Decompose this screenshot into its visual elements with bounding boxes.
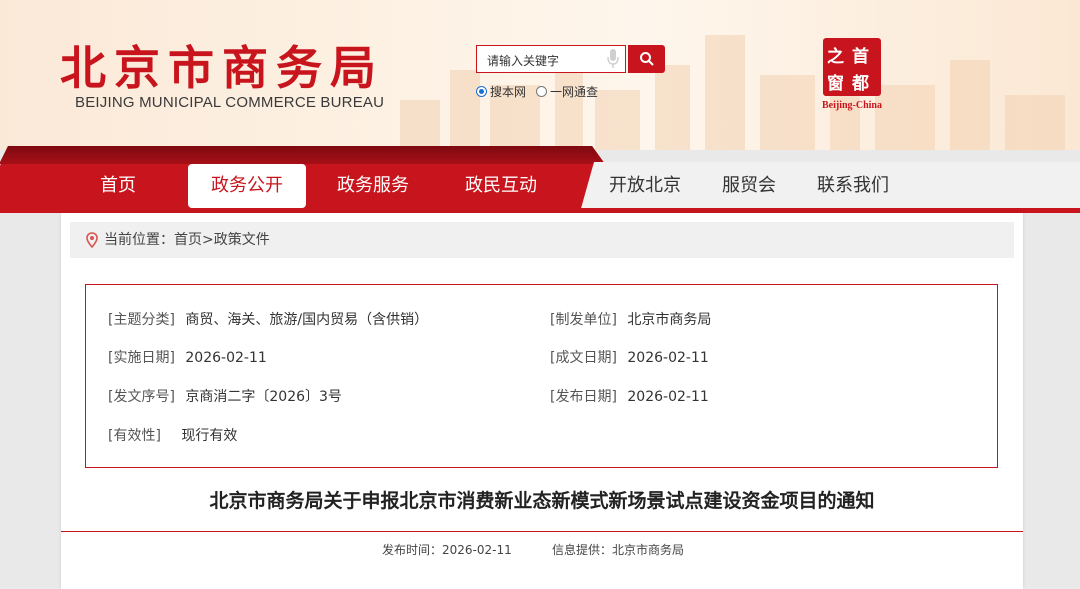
- meta-validity-key: [有效性]: [108, 428, 161, 444]
- nav-item-contact[interactable]: 联系我们: [806, 164, 900, 208]
- meta-validity-value: 现行有效: [181, 428, 238, 444]
- meta-topic-key: [主题分类]: [108, 312, 175, 328]
- nav-item-government-affairs[interactable]: 政务公开: [188, 164, 306, 208]
- meta-published-date: [发布日期] 2026-02-11: [550, 386, 709, 406]
- badge-char: 都: [852, 74, 869, 94]
- nav-item-open-beijing[interactable]: 开放北京: [598, 164, 692, 208]
- location-pin-icon: [86, 232, 98, 248]
- meta-validity: [有效性] 现行有效: [108, 425, 237, 445]
- site-title-cn[interactable]: 北京市商务局: [60, 32, 384, 98]
- title-divider: [61, 531, 1023, 532]
- radio-unselected-icon[interactable]: [536, 86, 547, 97]
- search-input[interactable]: 请输入关键字: [476, 45, 626, 73]
- meta-published-key: [发布日期]: [550, 389, 617, 405]
- nav-item-services[interactable]: 政务服务: [326, 164, 420, 208]
- scope-option-all[interactable]: 一网通查: [536, 83, 598, 100]
- badge-caption: Beijing-China: [821, 100, 882, 111]
- meta-written-value: 2026-02-11: [627, 350, 709, 366]
- breadcrumb-separator: >: [202, 232, 214, 248]
- search-button[interactable]: [628, 45, 665, 73]
- meta-effective-value: 2026-02-11: [185, 350, 267, 366]
- breadcrumb-home-link[interactable]: 首页: [174, 232, 202, 248]
- publish-time: 发布时间：2026-02-11: [382, 541, 512, 558]
- meta-written-date: [成文日期] 2026-02-11: [550, 347, 709, 367]
- scope-label-site: 搜本网: [490, 85, 527, 99]
- capital-window-badge[interactable]: 之 首 窗 都 Beijing-China: [818, 38, 886, 114]
- meta-published-value: 2026-02-11: [627, 389, 709, 405]
- article-title: 北京市商务局关于申报北京市消费新业态新模式新场景试点建设资金项目的通知: [209, 490, 875, 512]
- site-header: 北京市商务局 BEIJING MUNICIPAL COMMERCE BUREAU…: [0, 0, 1080, 150]
- meta-topic: [主题分类] 商贸、海关、旅游/国内贸易（含供销）: [108, 309, 428, 329]
- meta-docno-value: 京商消二字〔2026〕3号: [185, 389, 342, 405]
- meta-issuer-key: [制发单位]: [550, 312, 617, 328]
- radio-selected-icon[interactable]: [476, 86, 487, 97]
- microphone-icon[interactable]: [606, 48, 620, 70]
- search-icon: [640, 52, 654, 66]
- info-source-label: 信息提供：: [552, 543, 613, 557]
- meta-effective-key: [实施日期]: [108, 350, 175, 366]
- meta-docno-key: [发文序号]: [108, 389, 175, 405]
- nav-item-home[interactable]: 首页: [80, 164, 156, 208]
- publish-time-value: 2026-02-11: [442, 543, 512, 557]
- publish-time-label: 发布时间：: [382, 543, 443, 557]
- meta-issuer: [制发单位] 北京市商务局: [550, 309, 711, 329]
- meta-effective-date: [实施日期] 2026-02-11: [108, 347, 267, 367]
- breadcrumb-prefix: 当前位置：: [104, 232, 174, 248]
- badge-char: 首: [852, 47, 869, 67]
- scope-label-all: 一网通查: [550, 85, 599, 99]
- nav-item-interaction[interactable]: 政民互动: [454, 164, 548, 208]
- badge-char: 窗: [827, 74, 844, 94]
- breadcrumb-current[interactable]: 政策文件: [214, 232, 270, 248]
- nav-band-top-shade: [0, 146, 605, 164]
- badge-char: 之: [827, 47, 844, 67]
- meta-issuer-value: 北京市商务局: [627, 312, 712, 328]
- nav-item-ciftis[interactable]: 服贸会: [712, 164, 786, 208]
- meta-written-key: [成文日期]: [550, 350, 617, 366]
- breadcrumb-text: 当前位置：首页>政策文件: [104, 222, 270, 258]
- site-title-en: BEIJING MUNICIPAL COMMERCE BUREAU: [75, 94, 385, 111]
- meta-topic-value: 商贸、海关、旅游/国内贸易（含供销）: [185, 312, 429, 328]
- scope-option-site[interactable]: 搜本网: [476, 83, 526, 100]
- info-source: 信息提供：北京市商务局: [552, 541, 684, 558]
- info-source-value: 北京市商务局: [612, 543, 685, 557]
- meta-document-number: [发文序号] 京商消二字〔2026〕3号: [108, 386, 342, 406]
